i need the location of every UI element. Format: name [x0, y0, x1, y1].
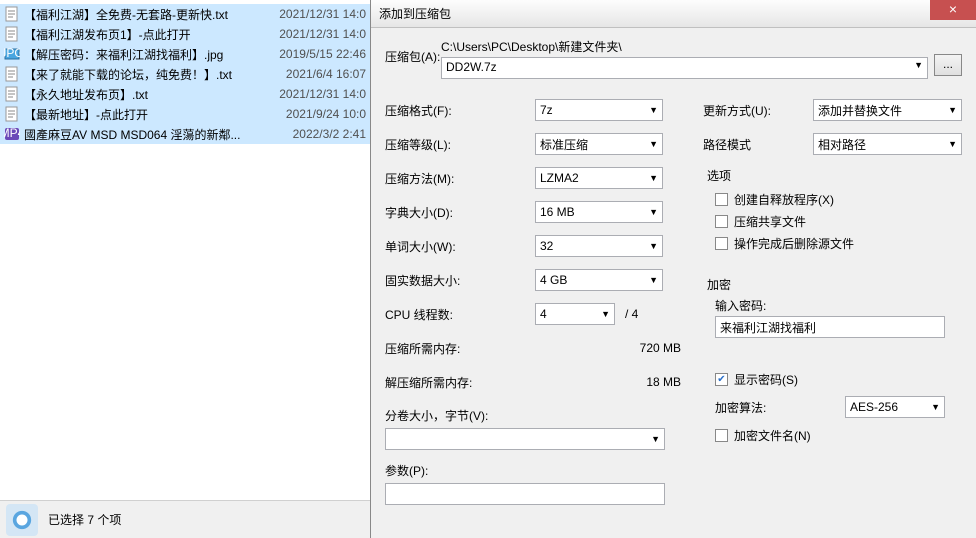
file-list: 【福利江湖】全免费-无套路-更新快.txt2021/12/31 14:0【福利江…: [0, 0, 370, 144]
cpu-total: / 4: [625, 307, 638, 321]
file-date: 2021/12/31 14:0: [256, 7, 366, 21]
algo-select[interactable]: AES-256▼: [845, 396, 945, 418]
file-row[interactable]: 【福利江湖】全免费-无套路-更新快.txt2021/12/31 14:0: [0, 4, 370, 24]
file-list-panel: 【福利江湖】全免费-无套路-更新快.txt2021/12/31 14:0【福利江…: [0, 0, 370, 538]
mem-decomp-value: 18 MB: [535, 375, 685, 389]
sfx-checkbox[interactable]: [715, 193, 728, 206]
file-row[interactable]: JPG 【解压密码：来福利江湖找福利】.jpg2019/5/15 22:46: [0, 44, 370, 64]
showpwd-checkbox[interactable]: ✔: [715, 373, 728, 386]
file-name: 【福利江湖发布页1】-点此打开: [24, 26, 256, 43]
share-checkbox[interactable]: [715, 215, 728, 228]
word-label: 单词大小(W):: [385, 238, 535, 255]
password-input[interactable]: [715, 316, 945, 338]
pathmode-label: 路径模式: [703, 136, 813, 153]
txt-icon: [4, 86, 20, 102]
solid-select[interactable]: 4 GB▼: [535, 269, 663, 291]
browse-button[interactable]: ...: [934, 54, 962, 76]
encnames-checkbox[interactable]: [715, 429, 728, 442]
svg-text:MP4: MP4: [4, 126, 20, 140]
mp4-icon: MP4: [4, 126, 20, 142]
file-row[interactable]: 【永久地址发布页】.txt2021/12/31 14:0: [0, 84, 370, 104]
showpwd-label: 显示密码(S): [734, 371, 798, 388]
dialog-title: 添加到压缩包: [379, 5, 451, 22]
delete-label: 操作完成后删除源文件: [734, 235, 854, 252]
right-column: 更新方式(U):添加并替换文件▼ 路径模式相对路径▼ 选项 创建自释放程序(X)…: [703, 93, 962, 505]
archive-dialog: 添加到压缩包 × 压缩包(A): C:\Users\PC\Desktop\新建文…: [370, 0, 976, 538]
txt-icon: [4, 106, 20, 122]
method-label: 压缩方法(M):: [385, 170, 535, 187]
update-label: 更新方式(U):: [703, 102, 813, 119]
jpg-icon: JPG: [4, 46, 20, 62]
status-bar: 已选择 7 个项: [0, 500, 370, 538]
level-label: 压缩等级(L):: [385, 136, 535, 153]
dict-select[interactable]: 16 MB▼: [535, 201, 663, 223]
archive-path: C:\Users\PC\Desktop\新建文件夹\: [441, 38, 928, 55]
options-title: 选项: [707, 167, 962, 184]
close-button[interactable]: ×: [930, 0, 976, 20]
mem-comp-value: 720 MB: [535, 341, 685, 355]
sfx-label: 创建自释放程序(X): [734, 191, 834, 208]
file-date: 2021/12/31 14:0: [256, 27, 366, 41]
file-row[interactable]: 【来了就能下载的论坛，纯免费！】.txt2021/6/4 16:07: [0, 64, 370, 84]
word-select[interactable]: 32▼: [535, 235, 663, 257]
file-row[interactable]: MP4 國產麻豆AV MSD MSD064 淫蕩的新鄰...2022/3/2 2:…: [0, 124, 370, 144]
txt-icon: [4, 6, 20, 22]
status-text: 已选择 7 个项: [48, 511, 121, 528]
format-select[interactable]: 7z▼: [535, 99, 663, 121]
cpu-label: CPU 线程数:: [385, 306, 535, 323]
file-name: 國產麻豆AV MSD MSD064 淫蕩的新鄰...: [24, 126, 256, 143]
dict-label: 字典大小(D):: [385, 204, 535, 221]
txt-icon: [4, 66, 20, 82]
encnames-label: 加密文件名(N): [734, 427, 811, 444]
encrypt-title: 加密: [707, 276, 962, 293]
file-name: 【解压密码：来福利江湖找福利】.jpg: [24, 46, 256, 63]
archive-label: 压缩包(A):: [385, 38, 441, 65]
delete-checkbox[interactable]: [715, 237, 728, 250]
param-input[interactable]: [385, 483, 665, 505]
archive-filename-input[interactable]: DD2W.7z▼: [441, 57, 928, 79]
mem-comp-label: 压缩所需内存:: [385, 340, 535, 357]
selection-icon: [6, 504, 38, 536]
split-select[interactable]: ▼: [385, 428, 665, 450]
file-date: 2021/12/31 14:0: [256, 87, 366, 101]
left-column: 压缩格式(F):7z▼ 压缩等级(L):标准压缩▼ 压缩方法(M):LZMA2▼…: [385, 93, 685, 505]
method-select[interactable]: LZMA2▼: [535, 167, 663, 189]
cpu-select[interactable]: 4▼: [535, 303, 615, 325]
solid-label: 固实数据大小:: [385, 272, 535, 289]
pwd-label: 输入密码:: [703, 297, 962, 314]
file-name: 【福利江湖】全免费-无套路-更新快.txt: [24, 6, 256, 23]
file-row[interactable]: 【最新地址】-点此打开2021/9/24 10:0: [0, 104, 370, 124]
share-label: 压缩共享文件: [734, 213, 806, 230]
pathmode-select[interactable]: 相对路径▼: [813, 133, 962, 155]
file-date: 2021/6/4 16:07: [256, 67, 366, 81]
param-label: 参数(P):: [385, 462, 685, 479]
file-date: 2019/5/15 22:46: [256, 47, 366, 61]
format-label: 压缩格式(F):: [385, 102, 535, 119]
split-label: 分卷大小，字节(V):: [385, 407, 685, 424]
level-select[interactable]: 标准压缩▼: [535, 133, 663, 155]
file-date: 2022/3/2 2:41: [256, 127, 366, 141]
file-name: 【来了就能下载的论坛，纯免费！】.txt: [24, 66, 256, 83]
algo-label: 加密算法:: [715, 399, 845, 416]
file-name: 【永久地址发布页】.txt: [24, 86, 256, 103]
file-date: 2021/9/24 10:0: [256, 107, 366, 121]
update-select[interactable]: 添加并替换文件▼: [813, 99, 962, 121]
file-row[interactable]: 【福利江湖发布页1】-点此打开2021/12/31 14:0: [0, 24, 370, 44]
mem-decomp-label: 解压缩所需内存:: [385, 374, 535, 391]
file-name: 【最新地址】-点此打开: [24, 106, 256, 123]
dialog-titlebar: 添加到压缩包: [371, 0, 976, 28]
svg-text:JPG: JPG: [4, 46, 20, 60]
txt-icon: [4, 26, 20, 42]
